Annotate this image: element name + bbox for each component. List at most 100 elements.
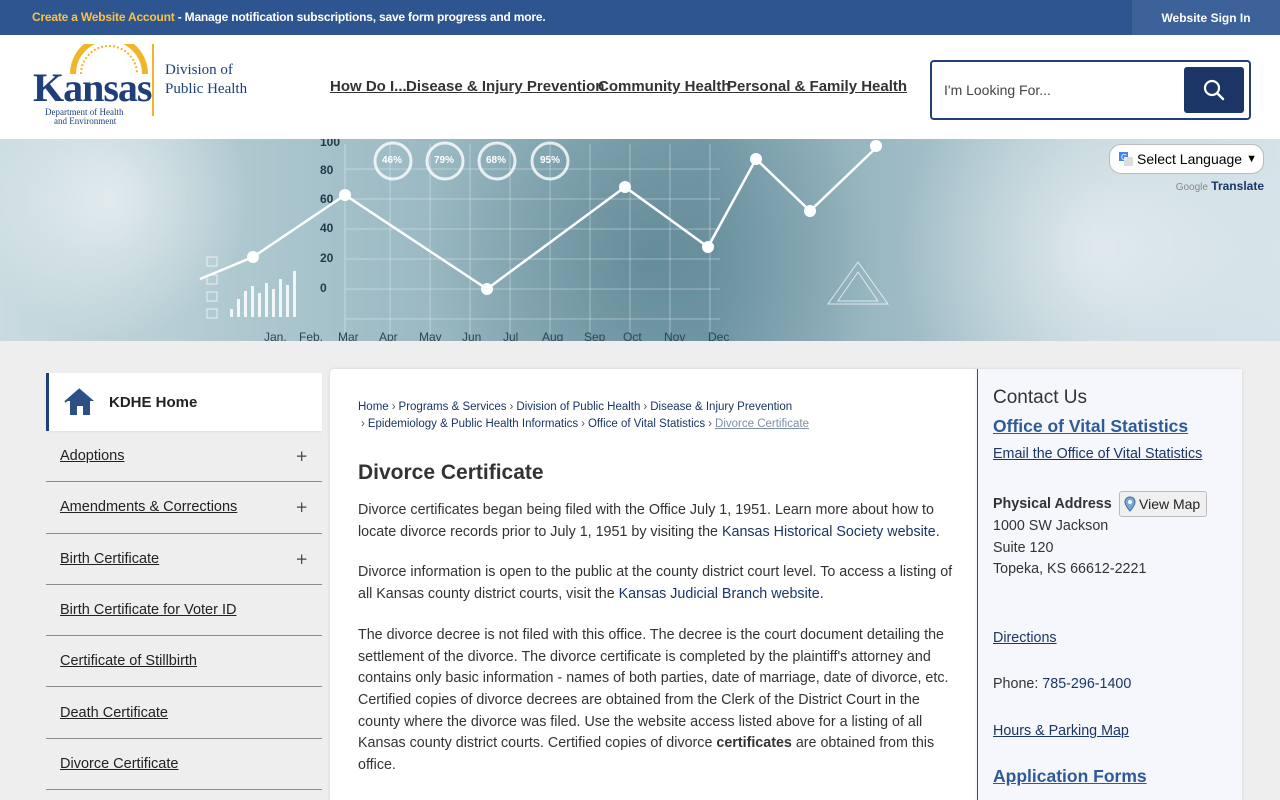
banner-month-label: Oct [623,330,642,341]
sidebar-item[interactable]: Death Certificate [46,687,322,739]
banner-month-label: Jul [503,330,519,341]
expand-plus-icon[interactable]: + [295,498,308,516]
google-label: Google [1175,182,1208,193]
contact-panel: Contact Us Office of Vital Statistics Em… [977,369,1242,800]
office-vital-statistics-link[interactable]: Office of Vital Statistics [993,416,1188,437]
language-select-label: Select Language [1137,151,1243,167]
expand-plus-icon[interactable]: + [295,550,308,568]
google-translate-icon: G [1119,152,1133,166]
p1-end: . [935,523,940,540]
sidebar-home-label: KDHE Home [109,393,198,411]
translate-link[interactable]: Translate [1211,179,1264,193]
banner-percent-label: 95% [540,155,561,166]
sidebar-item[interactable]: Amendments & Corrections + [46,482,322,534]
kansas-historical-society-link[interactable]: Kansas Historical Society website [722,524,936,540]
banner-percent-label: 79% [434,155,455,166]
logo-divider [152,44,154,116]
sidebar-item-label[interactable]: Divorce Certificate [60,756,178,772]
breadcrumb-link[interactable]: Office of Vital Statistics [588,418,705,430]
breadcrumb-separator: › [581,418,585,430]
sidebar-item[interactable]: Certificate of Stillbirth [46,636,322,688]
expand-plus-icon[interactable]: + [295,447,308,465]
breadcrumb-current: Divorce Certificate [715,418,809,430]
nav-personal-family-health[interactable]: Personal & Family Health [727,78,907,95]
banner-month-label: Nov [664,330,686,341]
breadcrumb-separator: › [509,401,514,413]
site-logo[interactable]: Kansas Department of Health and Environm… [33,44,263,126]
nav-community-health[interactable]: Community Health [598,78,731,95]
top-utility-bar: Create a Website Account - Manage notifi… [0,0,1280,35]
phone-label: Phone: [993,676,1043,692]
hours-parking-link[interactable]: Hours & Parking Map [993,723,1129,739]
search-input[interactable] [944,78,1174,102]
breadcrumb: Home › Programs & Services › Division of Pub… [358,399,958,433]
paragraph-3: The divorce decree is not filed with thi… [358,625,953,777]
page-title: Divorce Certificate [358,461,544,484]
sidebar-item[interactable]: Adoptions + [46,431,322,483]
language-select[interactable]: G Select Language ▼ [1109,144,1264,174]
breadcrumb-link[interactable]: Disease & Injury Prevention [650,401,792,413]
address-line-3: Topeka, KS 66612-2221 [993,561,1147,577]
kansas-judicial-branch-link[interactable]: Kansas Judicial Branch website [619,586,820,602]
view-map-label: View Map [1139,496,1201,512]
create-account-link[interactable]: Create a Website Account [32,10,175,24]
banner-y-tick: 100 [320,139,341,149]
paragraph-1: Divorce certificates began being filed w… [358,500,953,543]
p2-end: . [819,586,824,603]
nav-how-do-i[interactable]: How Do I... [330,78,407,95]
logo-division-line2: Public Health [165,81,248,97]
address-line-2: Suite 120 [993,540,1054,556]
logo-division-line1: Division of [165,62,233,78]
nav-disease-injury-prevention[interactable]: Disease & Injury Prevention [406,78,604,95]
logo-dept-line2: and Environment [54,116,117,126]
sidebar-item-label[interactable]: Adoptions [60,448,125,464]
sidebar-item[interactable]: Birth Certificate + [46,534,322,585]
banner-month-label: Dec [708,330,730,341]
sidebar-items: Adoptions + Amendments & Corrections + Birth… [46,431,322,791]
breadcrumb-line-1: Home › Programs & Services › Division of Pub… [358,401,792,413]
sidebar-item-label[interactable]: Death Certificate [60,705,168,721]
directions-link[interactable]: Directions [993,630,1057,646]
google-translate-widget: G Select Language ▼ Google Translate [1109,144,1264,193]
sidebar-item-label[interactable]: Amendments & Corrections [60,499,237,515]
search-button[interactable] [1184,67,1244,113]
sign-in-button[interactable]: Website Sign In [1132,0,1280,35]
banner-month-label: Sep [584,330,606,341]
paragraph-2: Divorce information is open to the publi… [358,562,953,605]
sidebar-item-label[interactable]: Birth Certificate for Voter ID [60,602,236,618]
breadcrumb-link[interactable]: Epidemiology & Public Health Informatics [368,418,578,430]
page-body: Divorce certificates began being filed w… [358,500,953,796]
banner-month-label: Jun [462,330,482,341]
contact-heading: Contact Us [993,387,1087,408]
breadcrumb-separator: › [361,418,365,430]
breadcrumb-link[interactable]: Division of Public Health [516,401,640,413]
sidebar-item-label[interactable]: Certificate of Stillbirth [60,653,197,669]
sidebar-item[interactable]: Divorce Certificate [46,739,322,791]
main-content: Home › Programs & Services › Division of Pub… [330,369,977,800]
banner-percent-label: 68% [486,155,507,166]
hero-banner: 100 80 60 40 20 0 Jan. Feb. Mar Apr May Jun Jul Aug Se… [0,139,1280,341]
application-forms-link[interactable]: Application Forms [993,766,1147,787]
sidebar-item[interactable]: Birth Certificate for Voter ID [46,585,322,637]
banner-chart-graphic [0,139,1280,341]
address-line-1: 1000 SW Jackson [993,518,1109,534]
site-header: Kansas Department of Health and Environm… [0,35,1280,139]
view-map-button[interactable]: View Map [1119,491,1207,517]
email-office-link[interactable]: Email the Office of Vital Statistics [993,446,1202,462]
banner-y-tick: 60 [320,192,334,206]
home-icon [64,388,94,415]
banner-month-label: Feb. [299,330,324,341]
sidebar-home[interactable]: KDHE Home [46,373,322,431]
physical-address-label: Physical Address [993,496,1112,512]
breadcrumb-link[interactable]: Programs & Services [399,401,507,413]
p3-text: The divorce decree is not filed with thi… [358,626,949,752]
banner-y-tick: 80 [320,163,334,177]
phone-link[interactable]: 785-296-1400 [1042,676,1131,692]
banner-y-tick: 0 [320,281,327,295]
search-icon [1203,79,1225,101]
account-message-text: - Manage notification subscriptions, sav… [174,10,546,24]
chevron-down-icon: ▼ [1246,153,1257,165]
sidebar-item-label[interactable]: Birth Certificate [60,551,159,567]
banner-month-label: Jan. [264,330,287,341]
breadcrumb-link[interactable]: Home [358,401,389,413]
